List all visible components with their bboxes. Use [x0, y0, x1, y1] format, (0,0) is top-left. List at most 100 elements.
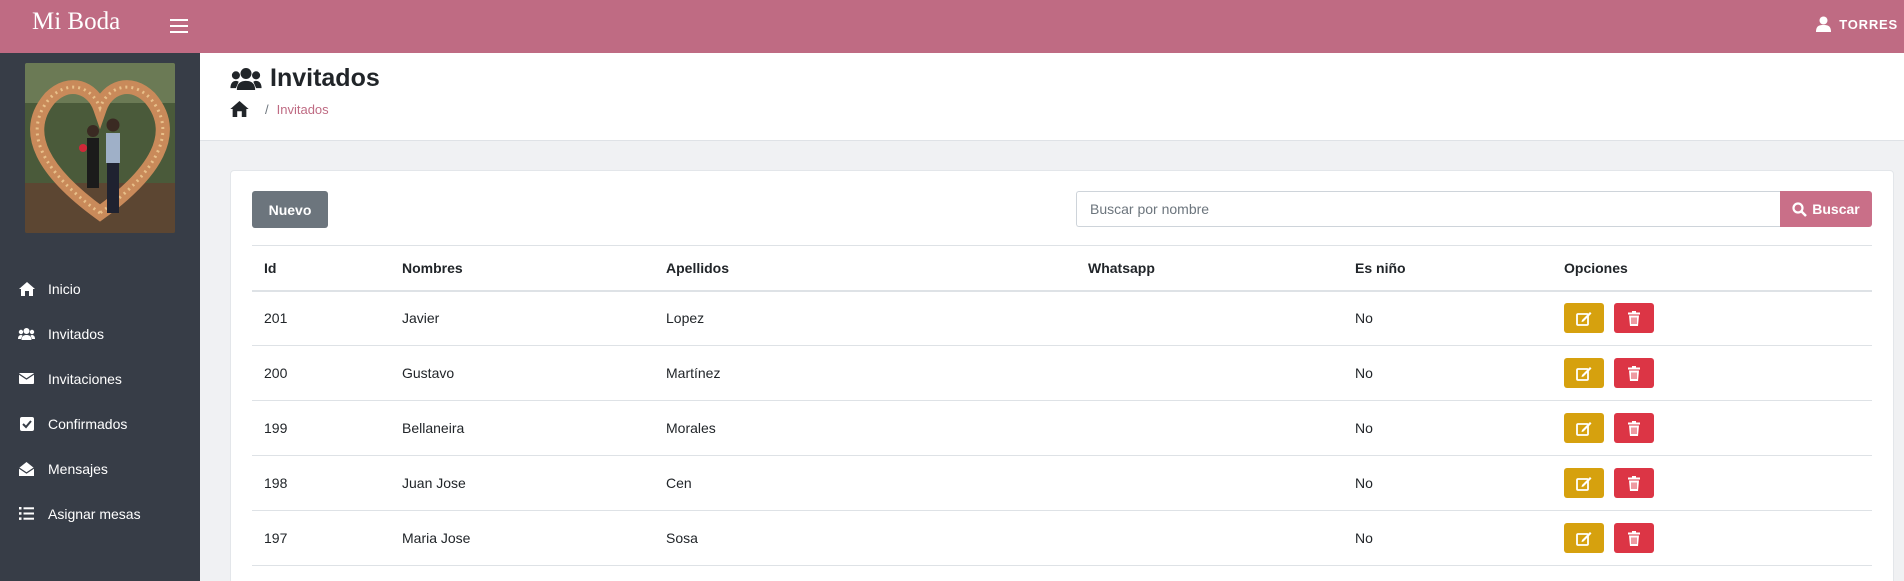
delete-button[interactable]	[1614, 303, 1654, 334]
sidebar-item-label: Confirmados	[48, 415, 128, 432]
cell-es-nino: No	[1343, 455, 1552, 511]
guests-card: Nuevo Buscar Id Nombres Apellidos Whatsa…	[230, 170, 1894, 581]
cell-whatsapp	[1076, 510, 1343, 566]
sidebar-item-mensajes[interactable]: Mensajes	[0, 446, 200, 491]
table-row: 199 Bellaneira Morales No	[252, 400, 1872, 456]
cell-opciones	[1552, 400, 1872, 456]
page-title-text: Invitados	[270, 64, 380, 92]
column-header-nombres[interactable]: Nombres	[390, 245, 654, 292]
sidebar-item-inicio[interactable]: Inicio	[0, 266, 200, 311]
user-menu[interactable]: TORRES	[1816, 16, 1898, 32]
cell-apellidos: Martínez	[654, 345, 1076, 401]
cell-whatsapp	[1076, 400, 1343, 456]
edit-icon	[1576, 311, 1592, 326]
top-navbar: Mi Boda TORRES	[0, 0, 1904, 53]
edit-icon	[1576, 421, 1592, 436]
cell-id: 201	[252, 290, 390, 346]
cell-nombres: Maria Jose	[390, 510, 654, 566]
guests-table: Id Nombres Apellidos Whatsapp Es niño Op…	[252, 245, 1872, 566]
cell-es-nino: No	[1343, 290, 1552, 346]
search-button-label: Buscar	[1812, 201, 1860, 217]
sidebar: Inicio Invitados Invitaciones Confirmado…	[0, 53, 200, 581]
cell-id: 200	[252, 345, 390, 401]
cell-apellidos: Morales	[654, 400, 1076, 456]
cell-apellidos: Cen	[654, 455, 1076, 511]
trash-icon	[1628, 420, 1640, 436]
search-button[interactable]: Buscar	[1780, 191, 1872, 227]
app-brand[interactable]: Mi Boda	[32, 8, 120, 36]
edit-icon	[1576, 476, 1592, 491]
sidebar-item-label: Inicio	[48, 280, 81, 297]
cell-nombres: Bellaneira	[390, 400, 654, 456]
check-square-icon	[18, 415, 35, 432]
profile-photo	[25, 63, 175, 233]
breadcrumb-separator: /	[265, 101, 269, 117]
home-icon	[18, 280, 35, 297]
sidebar-item-label: Invitaciones	[48, 370, 122, 387]
edit-button[interactable]	[1564, 468, 1604, 498]
user-name: TORRES	[1839, 16, 1898, 32]
search-input[interactable]	[1076, 191, 1780, 227]
trash-icon	[1628, 310, 1640, 326]
edit-button[interactable]	[1564, 358, 1604, 388]
list-icon	[18, 505, 35, 522]
cell-nombres: Gustavo	[390, 345, 654, 401]
breadcrumb-current: Invitados	[276, 101, 329, 117]
column-header-id[interactable]: Id	[252, 245, 390, 292]
trash-icon	[1628, 365, 1640, 381]
cell-nombres: Javier	[390, 290, 654, 346]
user-icon	[1816, 16, 1832, 32]
cell-nombres: Juan Jose	[390, 455, 654, 511]
sidebar-item-asignar-mesas[interactable]: Asignar mesas	[0, 491, 200, 536]
sidebar-item-label: Mensajes	[48, 460, 108, 477]
cell-es-nino: No	[1343, 400, 1552, 456]
sidebar-item-label: Invitados	[48, 325, 105, 342]
delete-button[interactable]	[1614, 358, 1654, 388]
edit-button[interactable]	[1564, 523, 1604, 553]
edit-icon	[1576, 531, 1592, 546]
cell-id: 198	[252, 455, 390, 511]
cell-es-nino: No	[1343, 510, 1552, 566]
cell-id: 199	[252, 400, 390, 456]
sidebar-item-invitaciones[interactable]: Invitaciones	[0, 356, 200, 401]
menu-toggle-icon[interactable]	[170, 15, 188, 37]
sidebar-item-invitados[interactable]: Invitados	[0, 311, 200, 356]
edit-button[interactable]	[1564, 413, 1604, 443]
table-row: 200 Gustavo Martínez No	[252, 345, 1872, 401]
breadcrumb: / Invitados	[230, 101, 329, 117]
trash-icon	[1628, 530, 1640, 546]
sidebar-item-label: Asignar mesas	[48, 505, 141, 522]
page-header: Invitados / Invitados	[200, 53, 1904, 141]
users-icon	[18, 325, 35, 342]
table-row: 197 Maria Jose Sosa No	[252, 510, 1872, 566]
edit-button[interactable]	[1564, 303, 1604, 334]
delete-button[interactable]	[1614, 413, 1654, 443]
cell-es-nino: No	[1343, 345, 1552, 401]
cell-whatsapp	[1076, 455, 1343, 511]
cell-opciones	[1552, 345, 1872, 401]
cell-whatsapp	[1076, 345, 1343, 401]
delete-button[interactable]	[1614, 523, 1654, 553]
sidebar-item-confirmados[interactable]: Confirmados	[0, 401, 200, 446]
cell-id: 197	[252, 510, 390, 566]
cell-whatsapp	[1076, 290, 1343, 346]
envelope-icon	[18, 370, 35, 387]
table-row: 198 Juan Jose Cen No	[252, 455, 1872, 511]
delete-button[interactable]	[1614, 468, 1654, 498]
trash-icon	[1628, 475, 1640, 491]
envelope-open-icon	[18, 460, 35, 477]
cell-opciones	[1552, 290, 1872, 346]
column-header-apellidos[interactable]: Apellidos	[654, 245, 1076, 292]
cell-apellidos: Lopez	[654, 290, 1076, 346]
home-icon[interactable]	[230, 101, 249, 117]
edit-icon	[1576, 366, 1592, 381]
column-header-opciones: Opciones	[1552, 245, 1872, 292]
new-guest-button[interactable]: Nuevo	[252, 191, 328, 228]
sidebar-nav: Inicio Invitados Invitaciones Confirmado…	[0, 266, 200, 536]
table-header-row: Id Nombres Apellidos Whatsapp Es niño Op…	[252, 245, 1872, 292]
table-row: 201 Javier Lopez No	[252, 290, 1872, 346]
column-header-whatsapp[interactable]: Whatsapp	[1076, 245, 1343, 292]
column-header-es-nino[interactable]: Es niño	[1343, 245, 1552, 292]
cell-opciones	[1552, 455, 1872, 511]
cell-opciones	[1552, 510, 1872, 566]
